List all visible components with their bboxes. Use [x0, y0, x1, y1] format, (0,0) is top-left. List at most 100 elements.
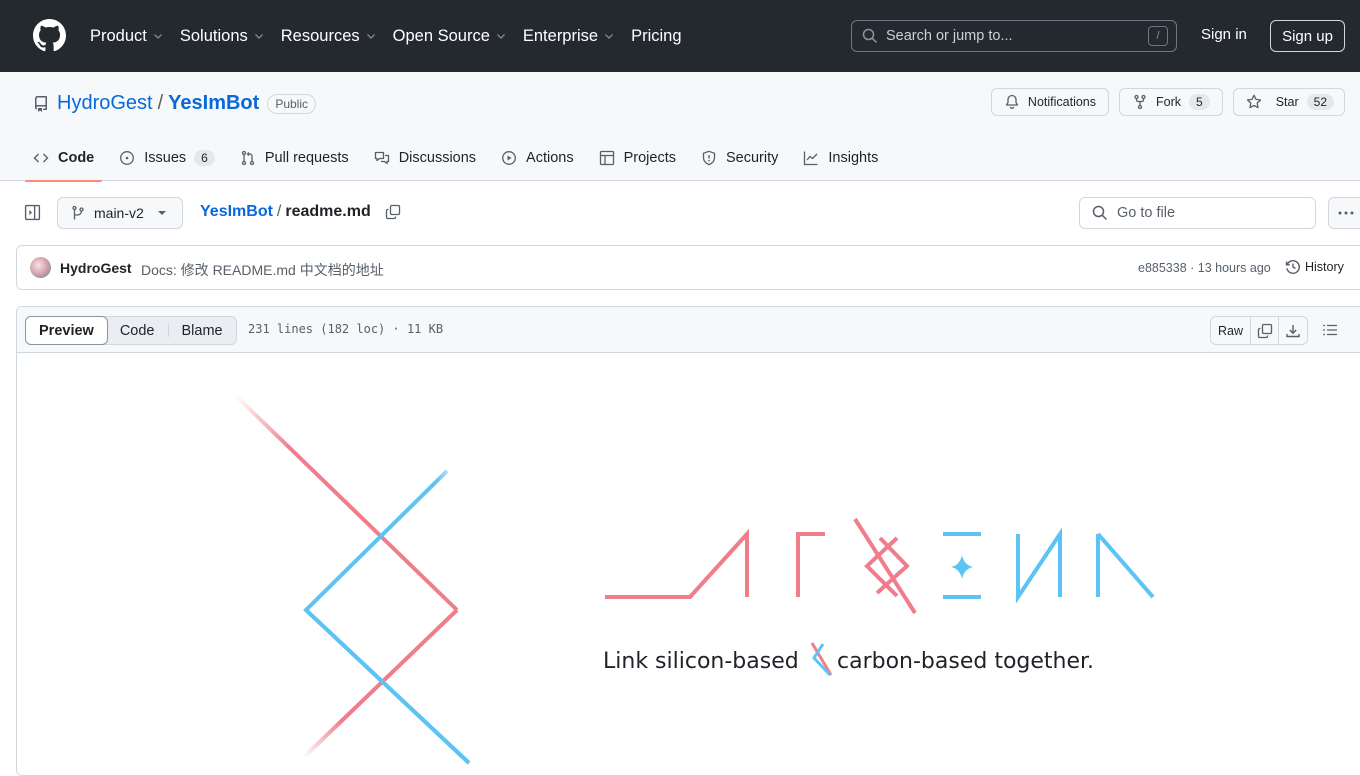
repo-separator: / [157, 92, 164, 114]
chevron-down-icon [153, 34, 162, 39]
chevron-down-icon [254, 34, 263, 39]
readme-banner-image: Link silicon-based carbon-based together… [233, 393, 1155, 765]
tab-discussions[interactable]: Discussions [374, 135, 476, 181]
download-icon [1286, 324, 1300, 337]
small-helix-icon [810, 642, 833, 677]
tagline-right: carbon-based together. [837, 649, 1094, 674]
nav-product[interactable]: Product [90, 27, 164, 46]
discussions-icon [374, 151, 389, 165]
nav-label: Open Source [392, 26, 490, 45]
tab-label: Insights [828, 150, 879, 166]
caret-down-icon [157, 211, 166, 215]
fork-icon [1134, 94, 1146, 110]
sign-up-button[interactable]: Sign up [1270, 20, 1345, 52]
search-icon [862, 28, 878, 44]
repo-title: HydroGest / YesImBot Public [33, 92, 316, 115]
author-avatar[interactable] [30, 257, 51, 278]
copy-path-icon[interactable] [385, 204, 401, 220]
history-button[interactable]: History [1285, 259, 1344, 275]
nav-label: Enterprise [522, 26, 599, 45]
repo-icon [34, 95, 47, 112]
star-count: 52 [1306, 94, 1334, 110]
global-search-input[interactable]: Search or jump to... / [851, 20, 1177, 52]
issue-icon [120, 151, 135, 165]
tab-label: Actions [526, 150, 574, 166]
helix-mark-icon [233, 393, 471, 765]
commit-author-link[interactable]: HydroGest [60, 260, 132, 276]
nav-solutions[interactable]: Solutions [180, 27, 265, 46]
outline-list-icon[interactable] [1322, 322, 1338, 338]
copy-raw-button[interactable] [1251, 317, 1279, 344]
tab-label: Discussions [398, 150, 477, 166]
branch-selector[interactable]: main-v2 [57, 197, 183, 229]
breadcrumb-separator: / [276, 203, 282, 220]
search-placeholder: Search or jump to... [886, 28, 1013, 44]
search-icon [1092, 205, 1108, 221]
chevron-down-icon [366, 34, 375, 39]
tab-projects[interactable]: Projects [599, 135, 676, 181]
tagline-left: Link silicon-based [603, 649, 799, 674]
notifications-button[interactable]: Notifications [990, 88, 1110, 116]
nav-pricing[interactable]: Pricing [631, 27, 681, 46]
global-nav: Product Solutions Resources Open Source … [90, 0, 698, 72]
tab-label: Code [58, 150, 95, 166]
tab-label: Projects [623, 150, 676, 166]
search-shortcut-key: / [1148, 26, 1168, 46]
code-view-button[interactable]: Code [107, 317, 168, 344]
branch-name: main-v2 [94, 205, 144, 221]
sign-in-link[interactable]: Sign in [1201, 26, 1247, 43]
tab-label: Issues [144, 150, 187, 166]
file-breadcrumb: YesImBot / readme.md [200, 203, 401, 221]
repo-tabs: Code Issues 6 Pull requests Discussions … [24, 135, 903, 182]
go-to-file-input[interactable]: Go to file [1079, 197, 1316, 229]
nav-label: Pricing [631, 26, 682, 45]
star-label: Star [1275, 95, 1299, 109]
nav-open-source[interactable]: Open Source [393, 27, 507, 46]
chevron-down-icon [496, 34, 505, 39]
breadcrumb-repo-link[interactable]: YesImBot [200, 203, 273, 221]
preview-view-button[interactable]: Preview [25, 316, 108, 345]
nav-label: Solutions [179, 26, 248, 45]
file-header: Preview Code Blame 231 lines (182 loc) ·… [17, 307, 1360, 353]
tab-pull-requests[interactable]: Pull requests [240, 135, 349, 181]
blame-view-button[interactable]: Blame [169, 317, 236, 344]
nav-resources[interactable]: Resources [281, 27, 377, 46]
more-options-button[interactable] [1328, 197, 1360, 229]
raw-button[interactable]: Raw [1211, 317, 1251, 344]
commit-message-link[interactable]: Docs: 修改 README.md 中文档的地址 [141, 260, 384, 280]
expand-sidebar-icon[interactable] [24, 204, 41, 221]
copy-icon [1257, 323, 1272, 338]
latest-commit-bar: HydroGest Docs: 修改 README.md 中文档的地址 e885… [16, 245, 1360, 290]
file-info: 231 lines (182 loc) · 11 KB [248, 322, 444, 336]
fork-label: Fork [1156, 95, 1182, 109]
tab-actions[interactable]: Actions [501, 135, 574, 181]
history-label: History [1305, 260, 1344, 274]
file-viewer: Preview Code Blame 231 lines (182 loc) ·… [16, 306, 1360, 776]
commit-meta[interactable]: e885338 · 13 hours ago [1138, 261, 1271, 275]
view-mode-toggle: Preview Code Blame [25, 316, 237, 345]
fork-button[interactable]: Fork 5 [1119, 88, 1223, 116]
play-icon [502, 151, 516, 165]
nav-enterprise[interactable]: Enterprise [523, 27, 615, 46]
download-button[interactable] [1279, 317, 1307, 344]
fork-count: 5 [1189, 94, 1210, 110]
issues-count: 6 [194, 150, 215, 166]
tab-insights[interactable]: Insights [803, 135, 878, 181]
repo-owner-link[interactable]: HydroGest [57, 92, 153, 115]
nav-label: Resources [280, 26, 360, 45]
visibility-badge: Public [267, 93, 316, 114]
tab-label: Pull requests [264, 150, 349, 166]
tab-security[interactable]: Security [701, 135, 778, 181]
branch-icon [72, 205, 84, 220]
global-header: Product Solutions Resources Open Source … [0, 0, 1360, 72]
shield-icon [702, 150, 716, 166]
code-icon [33, 153, 49, 163]
github-logo-icon[interactable] [33, 19, 66, 52]
tab-label: Security [726, 150, 779, 166]
star-icon [1246, 94, 1261, 109]
file-tools: Raw [1210, 316, 1308, 345]
star-button[interactable]: Star 52 [1232, 88, 1345, 116]
repo-name-link[interactable]: YesImBot [168, 92, 259, 115]
tab-code[interactable]: Code [24, 135, 103, 182]
tab-issues[interactable]: Issues 6 [119, 135, 215, 181]
